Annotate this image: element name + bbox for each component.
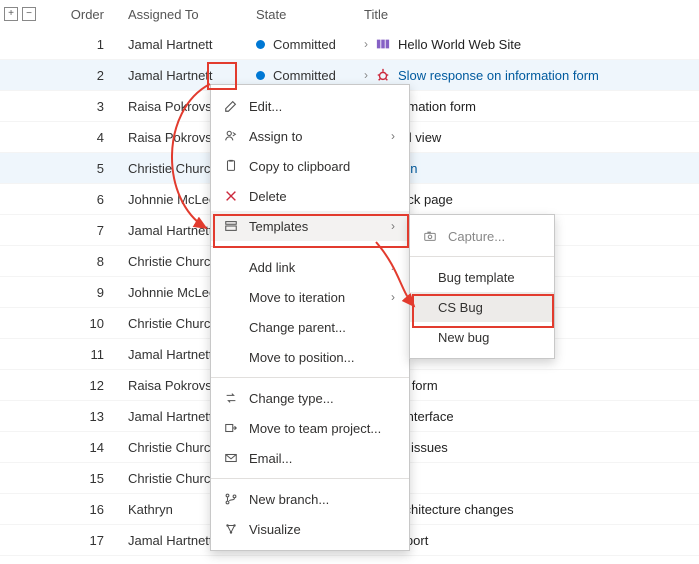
assigned-cell: Jamal Hartnett (128, 37, 256, 52)
assigned-cell: Jamal Hartnett (128, 68, 256, 83)
order-cell: 17 (38, 533, 128, 548)
column-state[interactable]: State (256, 7, 364, 22)
chevron-right-icon: › (391, 129, 395, 143)
menu-item-email[interactable]: Email... (211, 443, 409, 473)
menu-item-templates[interactable]: Templates› (211, 211, 409, 241)
column-header-row: + − Order Assigned To State Title (0, 0, 699, 29)
state-dot-icon (256, 71, 265, 80)
menu-item-change-type[interactable]: Change type... (211, 383, 409, 413)
edit-icon (223, 99, 239, 113)
order-cell: 1 (38, 37, 128, 52)
submenu-item-new-bug[interactable]: New bug (410, 322, 554, 352)
email-icon (223, 451, 239, 465)
order-cell: 2 (38, 68, 128, 83)
order-cell: 4 (38, 130, 128, 145)
chevron-right-icon: › (391, 260, 395, 274)
chevron-right-icon: › (364, 37, 368, 51)
chevron-right-icon: › (391, 290, 395, 304)
submenu-item-bug-template[interactable]: Bug template (410, 262, 554, 292)
change-icon (223, 391, 239, 405)
state-dot-icon (256, 40, 265, 49)
table-row[interactable]: 1Jamal HartnettCommitted› Hello World Web… (0, 29, 699, 60)
order-cell: 16 (38, 502, 128, 517)
menu-item-copy-to-clipboard[interactable]: Copy to clipboard (211, 151, 409, 181)
order-cell: 11 (38, 347, 128, 362)
submenu-item-capture[interactable]: Capture... (410, 221, 554, 251)
state-cell: Committed (256, 68, 364, 83)
templates-submenu: Capture... Bug templateCS BugNew bug (409, 214, 555, 359)
menu-item-edit[interactable]: Edit... (211, 91, 409, 121)
menu-item-move-to-team-project[interactable]: Move to team project... (211, 413, 409, 443)
move-icon (223, 421, 239, 435)
order-cell: 14 (38, 440, 128, 455)
menu-item-add-link[interactable]: Add link› (211, 252, 409, 282)
order-cell: 9 (38, 285, 128, 300)
visualize-icon (223, 522, 239, 536)
menu-item-move-to-iteration[interactable]: Move to iteration› (211, 282, 409, 312)
context-menu: Edit...Assign to›Copy to clipboardDelete… (210, 84, 410, 551)
column-title[interactable]: Title (364, 7, 699, 22)
menu-item-assign-to[interactable]: Assign to› (211, 121, 409, 151)
chevron-right-icon: › (364, 68, 368, 82)
menu-item-new-branch[interactable]: New branch... (211, 484, 409, 514)
column-order[interactable]: Order (38, 7, 128, 22)
order-cell: 8 (38, 254, 128, 269)
chevron-right-icon: › (391, 219, 395, 233)
order-cell: 15 (38, 471, 128, 486)
work-item-title[interactable]: Slow response on information form (398, 68, 599, 83)
collapse-all-icon[interactable]: − (22, 7, 36, 21)
menu-item-delete[interactable]: Delete (211, 181, 409, 211)
table-row[interactable]: 18Jamal HartnettCommitted›Check service … (0, 556, 699, 564)
order-cell: 12 (38, 378, 128, 393)
order-cell: 5 (38, 161, 128, 176)
templates-icon (223, 219, 239, 233)
column-assigned[interactable]: Assigned To (128, 7, 256, 22)
camera-icon (422, 229, 438, 243)
copy-icon (223, 159, 239, 173)
submenu-item-cs-bug[interactable]: CS Bug (410, 292, 554, 322)
order-cell: 7 (38, 223, 128, 238)
work-item-title: Hello World Web Site (398, 37, 521, 52)
order-cell: 13 (38, 409, 128, 424)
expand-all-icon[interactable]: + (4, 7, 18, 21)
order-cell: 10 (38, 316, 128, 331)
delete-icon (223, 189, 239, 203)
menu-item-visualize[interactable]: Visualize (211, 514, 409, 544)
menu-item-move-to-position[interactable]: Move to position... (211, 342, 409, 372)
order-cell: 6 (38, 192, 128, 207)
branch-icon (223, 492, 239, 506)
order-cell: 3 (38, 99, 128, 114)
menu-item-change-parent[interactable]: Change parent... (211, 312, 409, 342)
state-cell: Committed (256, 37, 364, 52)
assign-icon (223, 129, 239, 143)
